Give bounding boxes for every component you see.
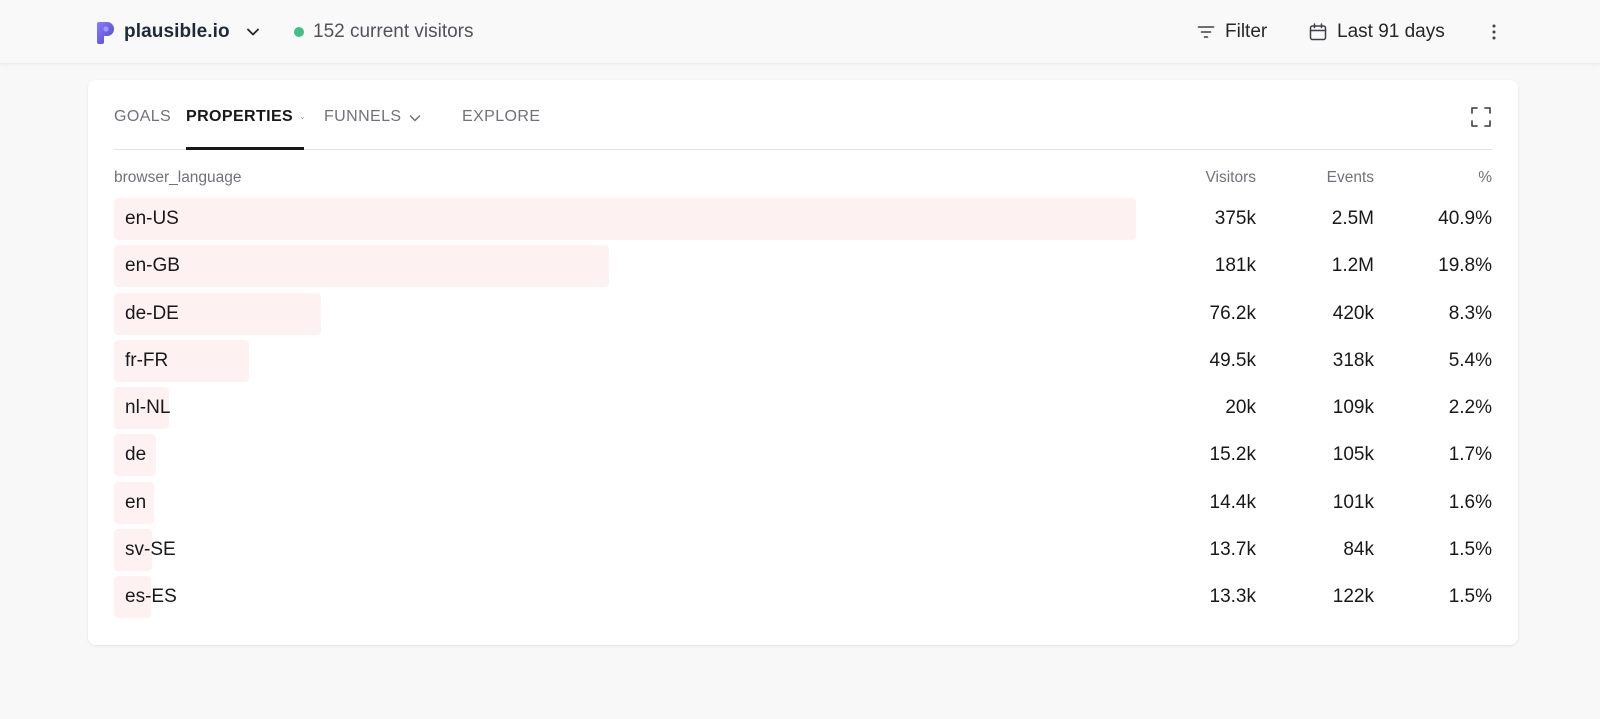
vertical-dots-icon: [1492, 24, 1496, 40]
row-events: 84k: [1343, 539, 1374, 561]
filter-button[interactable]: Filter: [1196, 18, 1267, 46]
row-percent: 8.3%: [1448, 302, 1492, 324]
row-label: sv-SE: [125, 539, 176, 561]
table-row[interactable]: en-GB 181k 1.2M 19.8%: [114, 245, 1492, 288]
row-events: 105k: [1332, 444, 1374, 466]
row-events: 1.2M: [1331, 255, 1374, 277]
live-indicator-dot: [294, 27, 304, 37]
row-events: 109k: [1332, 397, 1374, 419]
row-visitors: 13.3k: [1209, 586, 1256, 608]
table-row[interactable]: de-DE 76.2k 420k 8.3%: [114, 292, 1492, 335]
chevron-down-icon: [301, 117, 304, 119]
row-visitors: 49.5k: [1209, 349, 1256, 371]
more-options-button[interactable]: [1484, 18, 1504, 46]
current-visitors-label: 152 current visitors: [313, 21, 474, 42]
table-row[interactable]: fr-FR 49.5k 318k 5.4%: [114, 339, 1492, 382]
table-row[interactable]: en 14.4k 101k 1.6%: [114, 481, 1492, 524]
table-row[interactable]: nl-NL 20k 109k 2.2%: [114, 387, 1492, 430]
column-header-property[interactable]: browser_language: [114, 169, 242, 187]
chevron-down-icon: [410, 115, 421, 122]
row-label: es-ES: [125, 586, 177, 608]
row-label: en-GB: [125, 255, 180, 277]
tab-funnels[interactable]: FUNNELS: [324, 106, 421, 150]
tab-properties-label: PROPERTIES: [186, 108, 294, 125]
row-percent: 1.7%: [1448, 444, 1492, 466]
row-events: 101k: [1332, 491, 1374, 513]
properties-card: GOALS PROPERTIES FUNNELS EXPLORE browser…: [88, 80, 1518, 645]
calendar-icon: [1309, 23, 1327, 41]
row-visitors: 375k: [1214, 208, 1256, 229]
site-switcher[interactable]: plausible.io: [96, 18, 260, 46]
property-rows: en-US 375k 2.5M 40.9% en-GB 181k 1.2M 19…: [114, 198, 1492, 624]
tab-explore[interactable]: EXPLORE: [462, 106, 540, 150]
row-label: de-DE: [125, 302, 179, 324]
column-header-events[interactable]: Events: [1327, 169, 1374, 187]
row-percent: 19.8%: [1438, 255, 1492, 277]
row-visitors: 13.7k: [1209, 539, 1256, 561]
row-percent: 1.6%: [1448, 491, 1492, 513]
tab-funnels-label: FUNNELS: [324, 108, 402, 125]
row-percent: 40.9%: [1438, 208, 1492, 229]
site-name: plausible.io: [124, 21, 230, 42]
column-header-visitors[interactable]: Visitors: [1205, 169, 1256, 187]
row-percent: 1.5%: [1448, 586, 1492, 608]
row-percent: 5.4%: [1448, 349, 1492, 371]
row-bar: [114, 198, 1136, 240]
date-range-picker[interactable]: Last 91 days: [1308, 18, 1445, 46]
row-label: en: [125, 491, 147, 513]
row-events: 2.5M: [1331, 208, 1374, 229]
row-events: 122k: [1332, 586, 1374, 608]
row-visitors: 20k: [1225, 397, 1256, 419]
tab-goals[interactable]: GOALS: [114, 106, 171, 150]
row-visitors: 181k: [1214, 255, 1256, 277]
row-label: en-US: [125, 208, 179, 229]
row-label: nl-NL: [125, 397, 171, 419]
tab-goals-label: GOALS: [114, 108, 172, 125]
row-percent: 1.5%: [1448, 539, 1492, 561]
top-bar: plausible.io 152 current visitors Filter…: [0, 0, 1600, 64]
row-label: de: [125, 444, 147, 466]
row-label: fr-FR: [125, 349, 169, 371]
row-visitors: 15.2k: [1209, 444, 1256, 466]
plausible-logo-icon: [97, 22, 114, 44]
row-events: 318k: [1332, 349, 1374, 371]
report-tabs: GOALS PROPERTIES FUNNELS EXPLORE: [114, 80, 1492, 150]
tab-explore-label: EXPLORE: [462, 108, 541, 125]
fullscreen-icon: [1471, 107, 1491, 127]
row-visitors: 14.4k: [1209, 491, 1256, 513]
column-header-percent[interactable]: %: [1478, 169, 1492, 187]
expand-icon[interactable]: [1470, 106, 1492, 128]
table-row[interactable]: en-US 375k 2.5M 40.9%: [114, 198, 1492, 240]
chevron-down-icon: [246, 28, 259, 36]
filter-icon: [1197, 26, 1215, 38]
table-row[interactable]: sv-SE 13.7k 84k 1.5%: [114, 529, 1492, 572]
current-visitors[interactable]: 152 current visitors: [294, 18, 474, 46]
row-bar: [114, 245, 609, 288]
table-row[interactable]: de 15.2k 105k 1.7%: [114, 434, 1492, 477]
date-range-label: Last 91 days: [1337, 21, 1445, 42]
row-visitors: 76.2k: [1209, 302, 1256, 324]
row-percent: 2.2%: [1448, 397, 1492, 419]
table-row[interactable]: es-ES 13.3k 122k 1.5%: [114, 576, 1492, 619]
filter-label: Filter: [1225, 21, 1268, 42]
row-events: 420k: [1332, 302, 1374, 324]
tab-properties[interactable]: PROPERTIES: [186, 106, 304, 150]
